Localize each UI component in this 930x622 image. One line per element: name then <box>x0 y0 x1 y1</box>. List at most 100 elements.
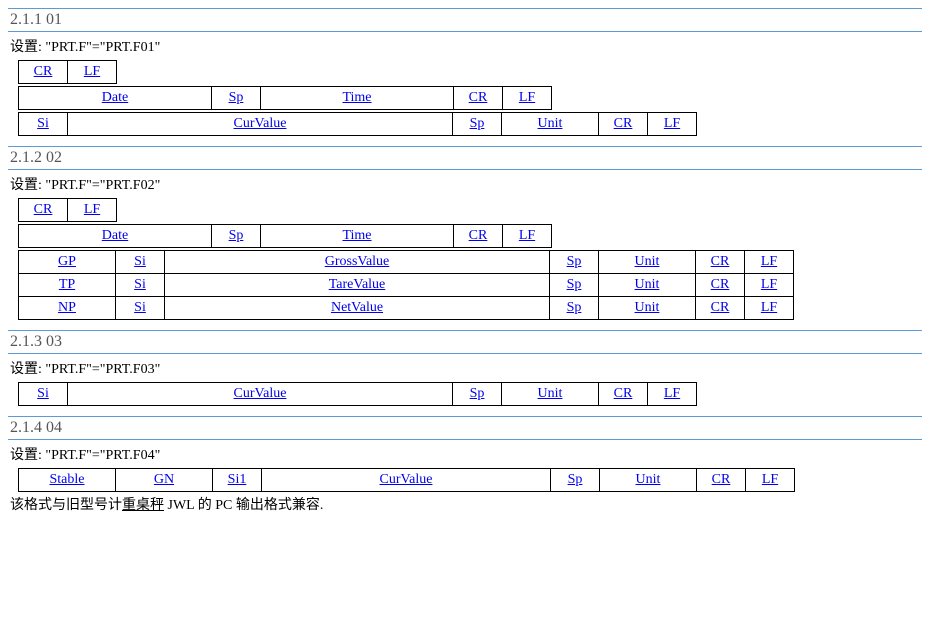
field-link[interactable]: LF <box>519 228 535 243</box>
field-link[interactable]: TP <box>59 277 75 292</box>
field-cell[interactable]: NP <box>19 297 116 320</box>
field-link[interactable]: CR <box>711 300 730 315</box>
field-cell[interactable]: LF <box>503 225 552 248</box>
field-link[interactable]: Si <box>37 116 49 131</box>
field-link[interactable]: Si <box>134 300 146 315</box>
field-link[interactable]: LF <box>664 116 680 131</box>
field-link[interactable]: GP <box>58 254 76 269</box>
field-cell[interactable]: CR <box>696 297 745 320</box>
field-cell[interactable]: TP <box>19 274 116 297</box>
field-link[interactable]: CR <box>712 472 731 487</box>
field-link[interactable]: Date <box>102 228 128 243</box>
field-cell[interactable]: CR <box>599 113 648 136</box>
field-cell[interactable]: LF <box>746 469 795 492</box>
field-cell[interactable]: Unit <box>600 469 697 492</box>
field-link[interactable]: GN <box>154 472 174 487</box>
field-link[interactable]: Sp <box>229 228 244 243</box>
field-cell[interactable]: LF <box>68 199 117 222</box>
field-link[interactable]: Si <box>134 277 146 292</box>
field-cell[interactable]: GN <box>116 469 213 492</box>
field-link[interactable]: Unit <box>538 386 563 401</box>
field-link[interactable]: CR <box>711 254 730 269</box>
field-link[interactable]: LF <box>519 90 535 105</box>
field-link[interactable]: NP <box>58 300 76 315</box>
field-link[interactable]: Sp <box>568 472 583 487</box>
field-cell[interactable]: LF <box>745 251 794 274</box>
field-link[interactable]: Si <box>134 254 146 269</box>
field-link[interactable]: CurValue <box>234 386 287 401</box>
field-cell[interactable]: Date <box>19 225 212 248</box>
field-link[interactable]: CR <box>614 386 633 401</box>
field-cell[interactable]: Si <box>116 251 165 274</box>
field-cell[interactable]: CR <box>697 469 746 492</box>
field-cell[interactable]: CurValue <box>68 113 453 136</box>
field-link[interactable]: Unit <box>538 116 563 131</box>
field-link[interactable]: Unit <box>635 277 660 292</box>
field-cell[interactable]: CR <box>696 251 745 274</box>
field-cell[interactable]: CR <box>696 274 745 297</box>
field-cell[interactable]: CR <box>599 383 648 406</box>
field-cell[interactable]: CR <box>454 87 503 110</box>
field-link[interactable]: CurValue <box>234 116 287 131</box>
field-cell[interactable]: CR <box>19 199 68 222</box>
field-link[interactable]: LF <box>84 64 100 79</box>
field-link[interactable]: Date <box>102 90 128 105</box>
field-cell[interactable]: LF <box>503 87 552 110</box>
field-link[interactable]: Unit <box>635 300 660 315</box>
field-link[interactable]: CR <box>614 116 633 131</box>
field-link[interactable]: Si1 <box>228 472 247 487</box>
field-cell[interactable]: Unit <box>599 274 696 297</box>
field-link[interactable]: CR <box>711 277 730 292</box>
field-link[interactable]: Sp <box>470 386 485 401</box>
field-cell[interactable]: Si <box>19 113 68 136</box>
field-cell[interactable]: Sp <box>551 469 600 492</box>
field-link[interactable]: TareValue <box>329 277 386 292</box>
field-cell[interactable]: Sp <box>550 297 599 320</box>
field-link[interactable]: Stable <box>50 472 85 487</box>
field-cell[interactable]: Time <box>261 87 454 110</box>
field-link[interactable]: Sp <box>567 277 582 292</box>
field-link[interactable]: NetValue <box>331 300 383 315</box>
field-link[interactable]: Unit <box>636 472 661 487</box>
field-cell[interactable]: Sp <box>550 274 599 297</box>
field-cell[interactable]: CR <box>19 61 68 84</box>
field-link[interactable]: Time <box>342 90 371 105</box>
field-link[interactable]: LF <box>664 386 680 401</box>
field-cell[interactable]: Sp <box>212 87 261 110</box>
field-cell[interactable]: Sp <box>453 113 502 136</box>
field-link[interactable]: Si <box>37 386 49 401</box>
field-link[interactable]: LF <box>84 202 100 217</box>
field-cell[interactable]: LF <box>745 297 794 320</box>
field-cell[interactable]: TareValue <box>165 274 550 297</box>
field-cell[interactable]: Si1 <box>213 469 262 492</box>
field-cell[interactable]: Si <box>116 297 165 320</box>
field-cell[interactable]: Unit <box>502 383 599 406</box>
field-cell[interactable]: Unit <box>599 251 696 274</box>
field-cell[interactable]: CurValue <box>262 469 551 492</box>
field-cell[interactable]: LF <box>648 113 697 136</box>
field-link[interactable]: Time <box>342 228 371 243</box>
field-link[interactable]: Sp <box>567 254 582 269</box>
field-link[interactable]: Unit <box>635 254 660 269</box>
field-cell[interactable]: CR <box>454 225 503 248</box>
field-cell[interactable]: Sp <box>212 225 261 248</box>
field-link[interactable]: CR <box>469 228 488 243</box>
field-link[interactable]: Sp <box>470 116 485 131</box>
field-link[interactable]: CR <box>34 202 53 217</box>
field-cell[interactable]: Unit <box>502 113 599 136</box>
field-cell[interactable]: Sp <box>550 251 599 274</box>
field-link[interactable]: Sp <box>229 90 244 105</box>
field-cell[interactable]: Time <box>261 225 454 248</box>
field-cell[interactable]: GP <box>19 251 116 274</box>
field-cell[interactable]: NetValue <box>165 297 550 320</box>
field-cell[interactable]: Unit <box>599 297 696 320</box>
field-cell[interactable]: LF <box>68 61 117 84</box>
field-cell[interactable]: Date <box>19 87 212 110</box>
field-link[interactable]: Sp <box>567 300 582 315</box>
field-cell[interactable]: Si <box>116 274 165 297</box>
field-link[interactable]: LF <box>761 277 777 292</box>
field-link[interactable]: GrossValue <box>325 254 390 269</box>
field-cell[interactable]: LF <box>745 274 794 297</box>
field-link[interactable]: LF <box>762 472 778 487</box>
field-link[interactable]: LF <box>761 300 777 315</box>
